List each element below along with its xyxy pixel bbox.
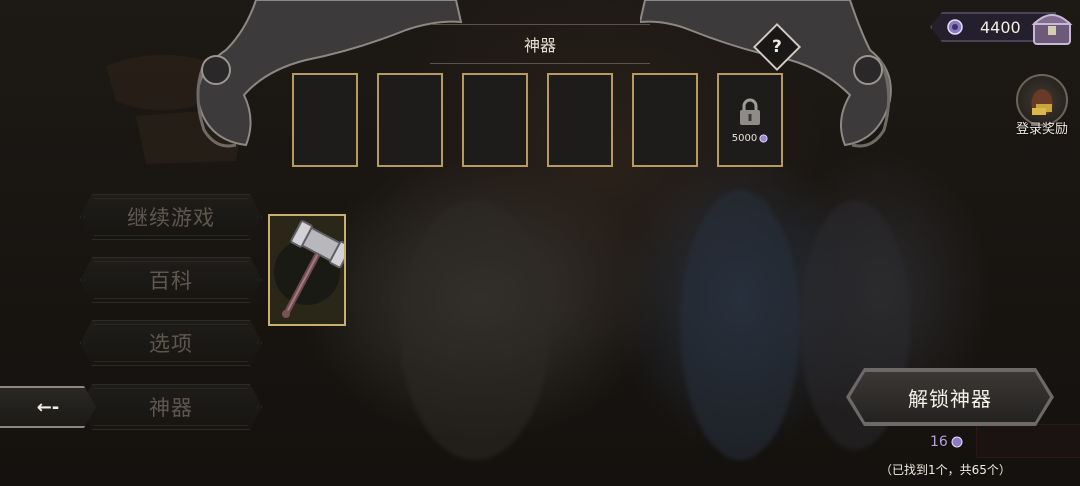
artifact-slot-3[interactable]	[462, 73, 528, 167]
unlock-cost: 16	[930, 434, 963, 450]
menu-continue-label: 继续游戏	[127, 206, 215, 230]
war-hammer-icon	[274, 220, 352, 318]
artifact-slot-5[interactable]	[632, 73, 698, 167]
background-character-left	[400, 200, 550, 460]
artifact-slot-2[interactable]	[377, 73, 443, 167]
login-reward-label: 登录奖励	[1015, 122, 1068, 137]
menu-encyclopedia[interactable]: 百科	[80, 257, 262, 303]
purple-gem-icon	[951, 436, 963, 448]
menu-options[interactable]: 选项	[80, 320, 262, 366]
back-button[interactable]: ←-	[0, 386, 96, 428]
treasure-chest-icon[interactable]	[1030, 4, 1074, 48]
back-arrow-icon: ←-	[36, 396, 60, 418]
purple-gem-icon	[759, 133, 768, 143]
artifact-panel-title: 神器	[430, 24, 650, 64]
locked-slot-price: 5000	[732, 133, 768, 144]
secondary-button-faded	[976, 424, 1080, 458]
menu-artifacts-label: 神器	[149, 396, 193, 420]
unlock-cost-value: 16	[930, 434, 948, 450]
artifact-slot-locked[interactable]: 5000	[717, 73, 783, 167]
title-text: 神器	[523, 36, 556, 55]
unlock-artifact-button[interactable]: 解锁神器	[846, 368, 1054, 426]
artifact-card-hammer[interactable]	[268, 214, 352, 326]
menu-continue-game[interactable]: 继续游戏	[80, 194, 262, 240]
login-reward-button[interactable]: 登录奖励	[1004, 74, 1080, 137]
lock-icon	[740, 98, 760, 125]
found-artifacts-count: （已找到1个，共65个）	[880, 463, 1011, 477]
artifact-slot-4[interactable]	[547, 73, 613, 167]
artifact-slot-1[interactable]	[292, 73, 358, 167]
menu-artifacts[interactable]: 神器	[80, 384, 262, 430]
background-character-mid	[680, 190, 800, 460]
menu-encyclopedia-label: 百科	[149, 269, 193, 293]
currency-value: 4400	[980, 17, 1021, 37]
unlock-artifact-label: 解锁神器	[908, 386, 992, 411]
menu-options-label: 选项	[149, 332, 193, 356]
purple-gem-icon	[947, 19, 963, 35]
help-icon: ?	[772, 37, 782, 57]
